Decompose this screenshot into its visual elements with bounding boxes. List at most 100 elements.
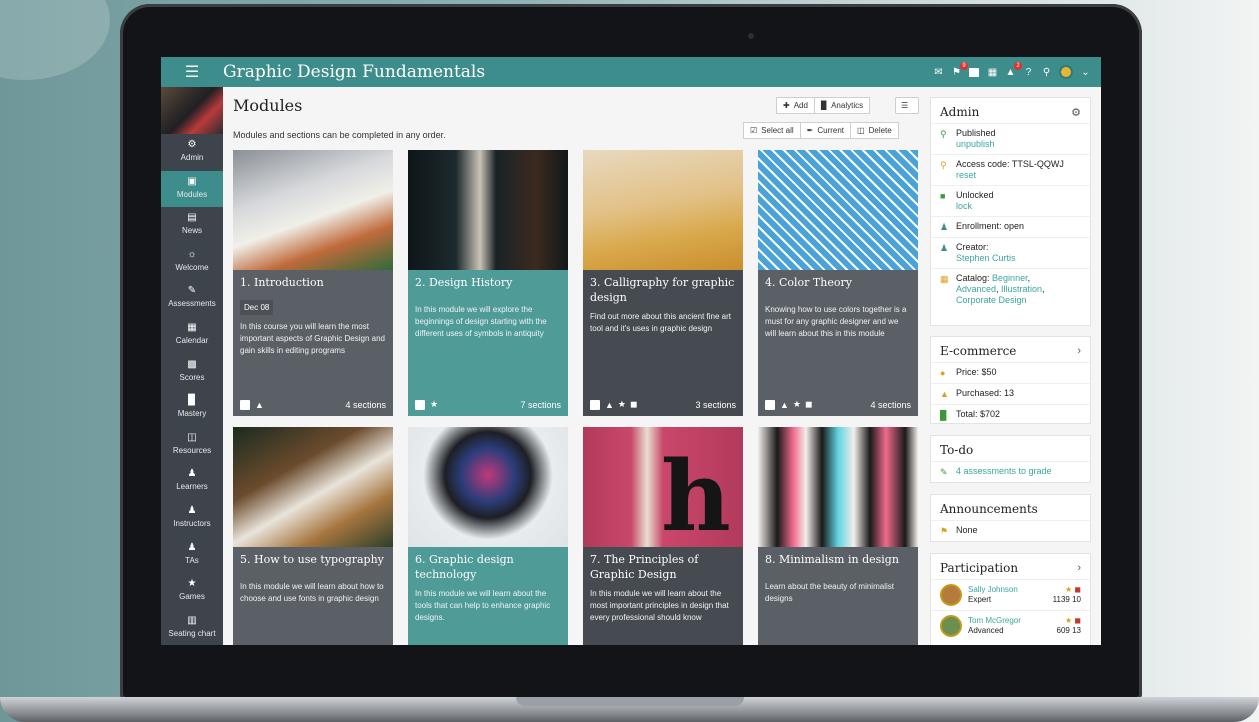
- access-code-row: ⚲ Access code: TTSL-QQWJ reset: [931, 154, 1090, 185]
- calendar-icon[interactable]: [969, 67, 980, 78]
- user-avatar[interactable]: [1059, 65, 1073, 79]
- sidebar-item-label: Scores: [179, 372, 205, 382]
- creator-link[interactable]: Stephen Curtis: [956, 253, 1016, 263]
- module-card[interactable]: 8. Minimalism in design Learn about the …: [758, 427, 918, 645]
- sidebar-item-modules[interactable]: ▣ Modules: [161, 170, 223, 208]
- analytics-button[interactable]: ▉ Analytics: [813, 97, 871, 114]
- participant-name[interactable]: Sally Johnson: [968, 585, 1018, 594]
- avatar[interactable]: [940, 584, 962, 606]
- sidebar-item-assessments[interactable]: ✎ Assessments: [161, 280, 223, 317]
- module-checkbox[interactable]: [415, 399, 425, 410]
- sidebar-item-instructors[interactable]: ♟ Instructors: [161, 500, 223, 537]
- course-title[interactable]: Graphic Design Fundamentals: [223, 62, 485, 82]
- catalog-label: Catalog:: [956, 273, 990, 283]
- chevron-down-icon[interactable]: ⌄: [1080, 67, 1091, 78]
- module-card[interactable]: 1. Introduction Dec 08 In this course yo…: [233, 150, 393, 416]
- module-card[interactable]: 3. Calligraphy for graphic design Find o…: [583, 150, 743, 416]
- module-card[interactable]: h 7. The Principles of Graphic Design In…: [583, 427, 743, 645]
- add-button[interactable]: ✚ Add: [776, 97, 815, 114]
- unlock-icon: ■: [940, 191, 946, 201]
- module-card[interactable]: 6. Graphic design technology In this mod…: [408, 427, 568, 645]
- enrollment-status[interactable]: Enrollment: open: [956, 221, 1024, 233]
- sidebar-item-seating-chart[interactable]: ▥ Seating chart: [161, 610, 223, 645]
- sidebar-item-resources[interactable]: ◫ Resources: [161, 427, 223, 464]
- lock-link[interactable]: lock: [956, 201, 972, 211]
- participant-name[interactable]: Tom McGregor: [968, 616, 1021, 625]
- purchased-row: ▲ Purchased: 13: [931, 383, 1090, 404]
- list-view-button[interactable]: ☰: [895, 97, 919, 114]
- module-description: In this module we will explore the begin…: [415, 305, 547, 338]
- unpublish-link[interactable]: unpublish: [956, 139, 995, 149]
- catalog-link[interactable]: Advanced: [956, 284, 996, 294]
- total: Total: $702: [956, 409, 1001, 419]
- mail-icon[interactable]: ✉: [933, 67, 944, 78]
- module-checkbox[interactable]: [765, 399, 775, 410]
- search-icon: ⚲: [940, 129, 947, 139]
- participation-header[interactable]: Participation ›: [931, 554, 1090, 579]
- module-image: [758, 427, 918, 547]
- module-title: 3. Calligraphy for graphic design: [590, 276, 735, 304]
- gear-icon[interactable]: ⚙: [1071, 106, 1081, 119]
- sidebar-item-admin[interactable]: ⚙ Admin: [161, 134, 223, 171]
- ecommerce-header[interactable]: E-commerce ›: [931, 337, 1090, 362]
- reset-link[interactable]: reset: [956, 170, 976, 180]
- pencil-icon: ✎: [940, 467, 948, 477]
- module-body: 6. Graphic design technology In this mod…: [408, 547, 568, 645]
- module-checkbox[interactable]: [590, 399, 600, 410]
- sidebar-item-tas[interactable]: ♟ TAs: [161, 537, 223, 574]
- module-image: [233, 150, 393, 270]
- sidebar-item-news[interactable]: ▤ News: [161, 207, 223, 244]
- module-checkbox[interactable]: [240, 400, 250, 410]
- sidebar-item-label: Games: [179, 592, 205, 602]
- sidebar-item-games[interactable]: ★ Games: [161, 573, 223, 610]
- module-description: Find out more about this ancient fine ar…: [590, 312, 731, 333]
- catalog-link[interactable]: Illustration: [1001, 284, 1042, 294]
- cart-icon[interactable]: ▲ 2: [1005, 61, 1022, 78]
- sidebar-item-label: Learners: [176, 482, 208, 492]
- resources-icon: ◫: [187, 431, 197, 443]
- avatar[interactable]: [940, 615, 962, 637]
- sidebar-item-calendar[interactable]: ▦ Calendar: [161, 317, 223, 354]
- current-button[interactable]: ✒ Current: [799, 122, 852, 139]
- library-icon[interactable]: ▦: [987, 67, 998, 78]
- module-sections: 7 sections: [520, 399, 561, 410]
- search-icon[interactable]: ⚲: [1041, 67, 1052, 78]
- sidebar-item-learners[interactable]: ♟ Learners: [161, 463, 223, 500]
- sidebar-item-mastery[interactable]: ▉ Mastery: [161, 390, 223, 427]
- module-card[interactable]: 5. How to use typography In this module …: [233, 427, 393, 645]
- notifications-icon[interactable]: ⚑ 9: [951, 61, 968, 78]
- course-thumbnail[interactable]: [161, 87, 223, 134]
- modules-icon: ▣: [187, 175, 197, 187]
- select-all-button[interactable]: ☑ Select all: [743, 122, 801, 139]
- cart-icon: ▲: [940, 389, 949, 399]
- star-icon: ★: [792, 399, 801, 409]
- key-icon: ⚲: [940, 160, 947, 170]
- module-title: 5. How to use typography: [240, 553, 384, 566]
- star-icon: ★: [617, 399, 626, 409]
- chevron-right-icon[interactable]: ›: [1077, 562, 1081, 574]
- delete-button[interactable]: ◫ Delete: [850, 122, 899, 139]
- sidebar-item-welcome[interactable]: ☼ Welcome: [161, 244, 223, 281]
- cart-badge: 2: [1014, 61, 1022, 70]
- module-body: 2. Design History In this module we will…: [408, 270, 568, 416]
- catalog-link[interactable]: Beginner: [992, 273, 1028, 283]
- sidebar-item-scores[interactable]: ▩ Scores: [161, 354, 223, 391]
- module-description: Learn about the beauty of minimalist des…: [765, 582, 894, 603]
- module-description: In this module we will learn about how t…: [240, 582, 384, 603]
- module-card[interactable]: 2. Design History In this module we will…: [408, 150, 568, 416]
- module-image: [408, 427, 568, 547]
- module-sections: 3 sections: [695, 399, 736, 410]
- shield-icon: ◼: [805, 399, 813, 409]
- access-code: Access code: TTSL-QQWJ: [956, 159, 1064, 169]
- help-icon[interactable]: ?: [1023, 67, 1034, 78]
- star-icon: ★: [1064, 585, 1073, 594]
- module-date: Dec 08: [240, 300, 274, 315]
- hamburger-menu-icon[interactable]: ☰: [161, 62, 223, 82]
- lock-icon: ▲: [605, 399, 614, 410]
- module-image: [408, 150, 568, 270]
- participant-badges: 10: [1072, 595, 1081, 604]
- catalog-link[interactable]: Corporate Design: [956, 295, 1027, 305]
- module-card[interactable]: 4. Color Theory Knowing how to use color…: [758, 150, 918, 416]
- chevron-right-icon[interactable]: ›: [1077, 345, 1081, 357]
- todo-link[interactable]: 4 assessments to grade: [956, 466, 1052, 478]
